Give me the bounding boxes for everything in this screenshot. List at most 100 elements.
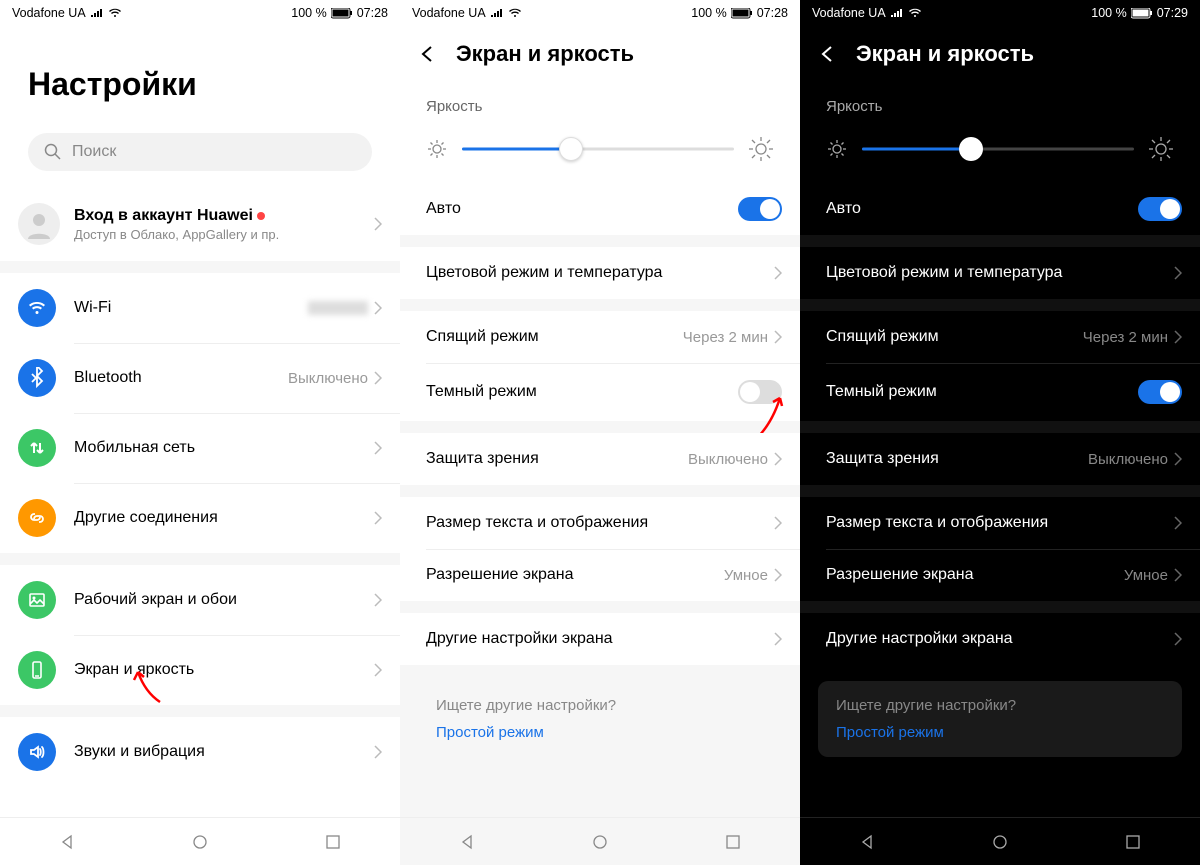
chevron-right-icon bbox=[374, 371, 382, 385]
bluetooth-value: Выключено bbox=[288, 370, 368, 387]
chevron-right-icon bbox=[774, 330, 782, 344]
brightness-slider[interactable] bbox=[462, 135, 734, 163]
account-title: Вход в аккаунт Huawei bbox=[74, 207, 253, 225]
brightness-slider[interactable] bbox=[862, 135, 1134, 163]
chevron-right-icon bbox=[374, 511, 382, 525]
mobile-data-icon bbox=[18, 429, 56, 467]
nav-recent[interactable] bbox=[1122, 831, 1144, 853]
sleep-row[interactable]: Спящий режим Через 2 мин bbox=[400, 311, 800, 363]
dark-mode-row[interactable]: Темный режим bbox=[800, 363, 1200, 421]
sun-low-icon bbox=[426, 138, 448, 160]
simple-mode-link[interactable]: Простой режим bbox=[436, 724, 764, 741]
text-size-row[interactable]: Размер текста и отображения bbox=[800, 497, 1200, 549]
status-bar: Vodafone UA 100 % 07:29 bbox=[800, 0, 1200, 26]
color-mode-row[interactable]: Цветовой режим и температура bbox=[800, 247, 1200, 299]
battery-label: 100 % bbox=[291, 6, 326, 20]
search-icon bbox=[44, 143, 62, 161]
battery-icon bbox=[331, 8, 353, 19]
sleep-row[interactable]: Спящий режим Через 2 мин bbox=[800, 311, 1200, 363]
other-display-row[interactable]: Другие настройки экрана bbox=[400, 613, 800, 665]
picture-icon bbox=[18, 581, 56, 619]
chevron-right-icon bbox=[1174, 516, 1182, 530]
back-button[interactable] bbox=[814, 40, 842, 68]
chevron-right-icon bbox=[774, 452, 782, 466]
chevron-right-icon bbox=[374, 217, 382, 231]
sun-high-icon bbox=[748, 136, 774, 162]
other-conn-row[interactable]: Другие соединения bbox=[0, 483, 400, 553]
auto-brightness-row[interactable]: Авто bbox=[400, 183, 800, 235]
other-display-row[interactable]: Другие настройки экрана bbox=[800, 613, 1200, 665]
chevron-right-icon bbox=[374, 745, 382, 759]
nav-home[interactable] bbox=[989, 831, 1011, 853]
chevron-right-icon bbox=[374, 663, 382, 677]
chevron-right-icon bbox=[374, 441, 382, 455]
sound-icon bbox=[18, 733, 56, 771]
resolution-row[interactable]: Разрешение экрана Умное bbox=[400, 549, 800, 601]
auto-switch[interactable] bbox=[738, 197, 782, 221]
bluetooth-icon bbox=[18, 359, 56, 397]
mobile-row[interactable]: Мобильная сеть bbox=[0, 413, 400, 483]
eye-comfort-row[interactable]: Защита зрения Выключено bbox=[800, 433, 1200, 485]
account-sub: Доступ в Облако, AppGallery и пр. bbox=[74, 227, 374, 242]
home-wallpaper-row[interactable]: Рабочий экран и обои bbox=[0, 565, 400, 635]
nav-back[interactable] bbox=[56, 831, 78, 853]
signal-icon bbox=[490, 8, 504, 18]
nav-back[interactable] bbox=[856, 831, 878, 853]
page-title: Настройки bbox=[0, 26, 400, 133]
search-input[interactable]: Поиск bbox=[28, 133, 372, 171]
dark-mode-row[interactable]: Темный режим bbox=[400, 363, 800, 421]
back-button[interactable] bbox=[414, 40, 442, 68]
wifi-row[interactable]: Wi-Fi bbox=[0, 273, 400, 343]
hint-box: Ищете другие настройки? Простой режим bbox=[818, 681, 1182, 757]
chevron-right-icon bbox=[1174, 330, 1182, 344]
chevron-right-icon bbox=[1174, 452, 1182, 466]
battery-icon bbox=[731, 8, 753, 19]
brightness-slider-row bbox=[400, 123, 800, 183]
chevron-right-icon bbox=[774, 632, 782, 646]
wifi-label: Wi-Fi bbox=[74, 299, 308, 317]
notification-dot bbox=[257, 212, 265, 220]
text-size-row[interactable]: Размер текста и отображения bbox=[400, 497, 800, 549]
nav-home[interactable] bbox=[189, 831, 211, 853]
wifi-value-blurred bbox=[308, 301, 368, 315]
auto-brightness-row[interactable]: Авто bbox=[800, 183, 1200, 235]
brightness-slider-row bbox=[800, 123, 1200, 183]
simple-mode-link[interactable]: Простой режим bbox=[836, 724, 1164, 741]
display-brightness-row[interactable]: Экран и яркость bbox=[0, 635, 400, 705]
avatar-icon bbox=[18, 203, 60, 245]
phone-icon bbox=[18, 651, 56, 689]
dark-mode-switch[interactable] bbox=[1138, 380, 1182, 404]
display-label: Экран и яркость bbox=[74, 661, 374, 679]
carrier-label: Vodafone UA bbox=[12, 6, 86, 20]
wifi-icon bbox=[908, 8, 922, 18]
time-label: 07:28 bbox=[357, 6, 388, 20]
screen-title: Экран и яркость bbox=[456, 41, 634, 67]
chevron-right-icon bbox=[1174, 568, 1182, 582]
chevron-right-icon bbox=[774, 568, 782, 582]
screen-title: Экран и яркость bbox=[856, 41, 1034, 67]
color-mode-row[interactable]: Цветовой режим и температура bbox=[400, 247, 800, 299]
eye-comfort-row[interactable]: Защита зрения Выключено bbox=[400, 433, 800, 485]
wifi-circle-icon bbox=[18, 289, 56, 327]
chevron-right-icon bbox=[774, 266, 782, 280]
chevron-right-icon bbox=[1174, 632, 1182, 646]
resolution-row[interactable]: Разрешение экрана Умное bbox=[800, 549, 1200, 601]
nav-recent[interactable] bbox=[322, 831, 344, 853]
huawei-account-row[interactable]: Вход в аккаунт Huawei Доступ в Облако, A… bbox=[0, 187, 400, 261]
bluetooth-row[interactable]: Bluetooth Выключено bbox=[0, 343, 400, 413]
chevron-right-icon bbox=[1174, 266, 1182, 280]
signal-icon bbox=[90, 8, 104, 18]
sun-low-icon bbox=[826, 138, 848, 160]
brightness-section-label: Яркость bbox=[400, 82, 800, 123]
signal-icon bbox=[890, 8, 904, 18]
hint-box: Ищете другие настройки? Простой режим bbox=[418, 681, 782, 757]
link-icon bbox=[18, 499, 56, 537]
auto-switch[interactable] bbox=[1138, 197, 1182, 221]
nav-home[interactable] bbox=[589, 831, 611, 853]
nav-bar bbox=[400, 817, 800, 865]
display-settings-light: Vodafone UA 100 % 07:28 Экран и яркость … bbox=[400, 0, 800, 865]
nav-recent[interactable] bbox=[722, 831, 744, 853]
sound-row[interactable]: Звуки и вибрация bbox=[0, 717, 400, 787]
nav-back[interactable] bbox=[456, 831, 478, 853]
dark-mode-switch[interactable] bbox=[738, 380, 782, 404]
